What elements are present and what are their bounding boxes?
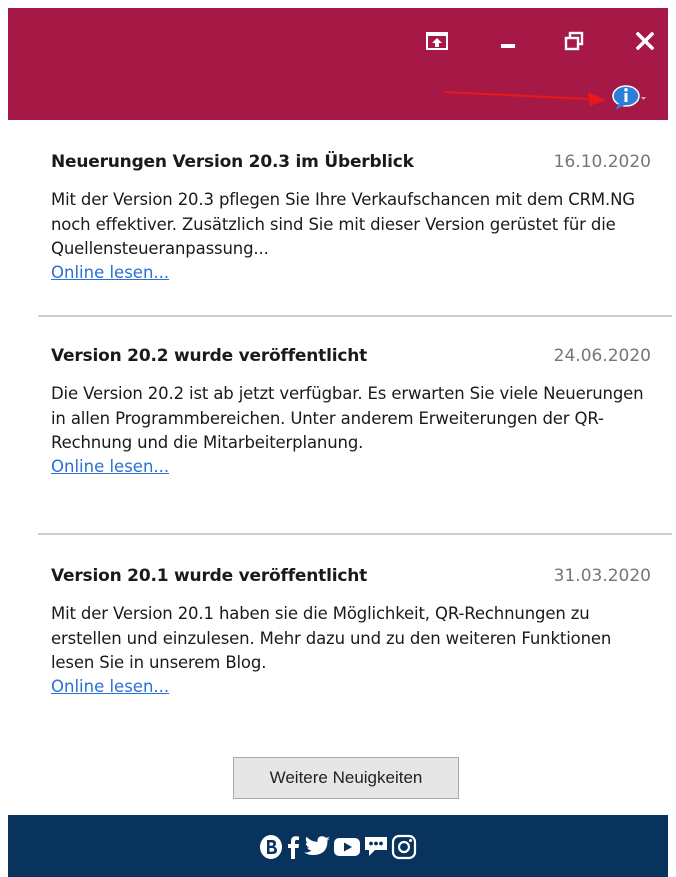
news-item: Version 20.2 wurde veröffentlicht 24.06.… (28, 346, 651, 478)
news-panel: Neuerungen Version 20.3 im Überblick 16.… (8, 120, 672, 814)
window-border (0, 0, 8, 877)
news-body: Mit der Version 20.1 haben sie die Mögli… (51, 604, 612, 672)
divider (38, 533, 672, 535)
pin-icon[interactable] (422, 26, 452, 56)
restore-icon[interactable] (559, 26, 589, 56)
news-body: Mit der Version 20.3 pflegen Sie Ihre Ve… (51, 190, 635, 258)
news-date: 16.10.2020 (553, 152, 651, 172)
news-date: 24.06.2020 (553, 346, 651, 366)
news-item: Neuerungen Version 20.3 im Überblick 16.… (28, 152, 651, 284)
youtube-icon[interactable] (333, 836, 361, 858)
blog-icon[interactable] (259, 834, 283, 860)
minimize-icon[interactable] (493, 26, 523, 56)
news-title: Version 20.2 wurde veröffentlicht (51, 346, 368, 366)
info-speech-bubble-icon[interactable] (611, 84, 647, 112)
red-arrow-icon (443, 91, 606, 106)
more-news-button[interactable]: Weitere Neuigkeiten (233, 757, 459, 799)
news-item: Version 20.1 wurde veröffentlicht 31.03.… (28, 566, 651, 698)
social-links (8, 831, 668, 863)
twitter-icon[interactable] (303, 835, 331, 859)
news-body: Die Version 20.2 ist ab jetzt verfügbar.… (51, 384, 644, 452)
online-lesen-link[interactable]: Online lesen... (51, 676, 651, 698)
news-title: Version 20.1 wurde veröffentlicht (51, 566, 368, 586)
online-lesen-link[interactable]: Online lesen... (51, 262, 651, 284)
instagram-icon[interactable] (391, 834, 417, 860)
news-title: Neuerungen Version 20.3 im Überblick (51, 152, 414, 172)
facebook-icon[interactable] (285, 834, 301, 860)
footer-bar (8, 815, 668, 877)
news-date: 31.03.2020 (553, 566, 651, 586)
online-lesen-link[interactable]: Online lesen... (51, 456, 651, 478)
title-bar (8, 8, 668, 120)
close-icon[interactable] (630, 26, 660, 56)
chat-icon[interactable] (363, 835, 389, 859)
divider (38, 315, 672, 317)
